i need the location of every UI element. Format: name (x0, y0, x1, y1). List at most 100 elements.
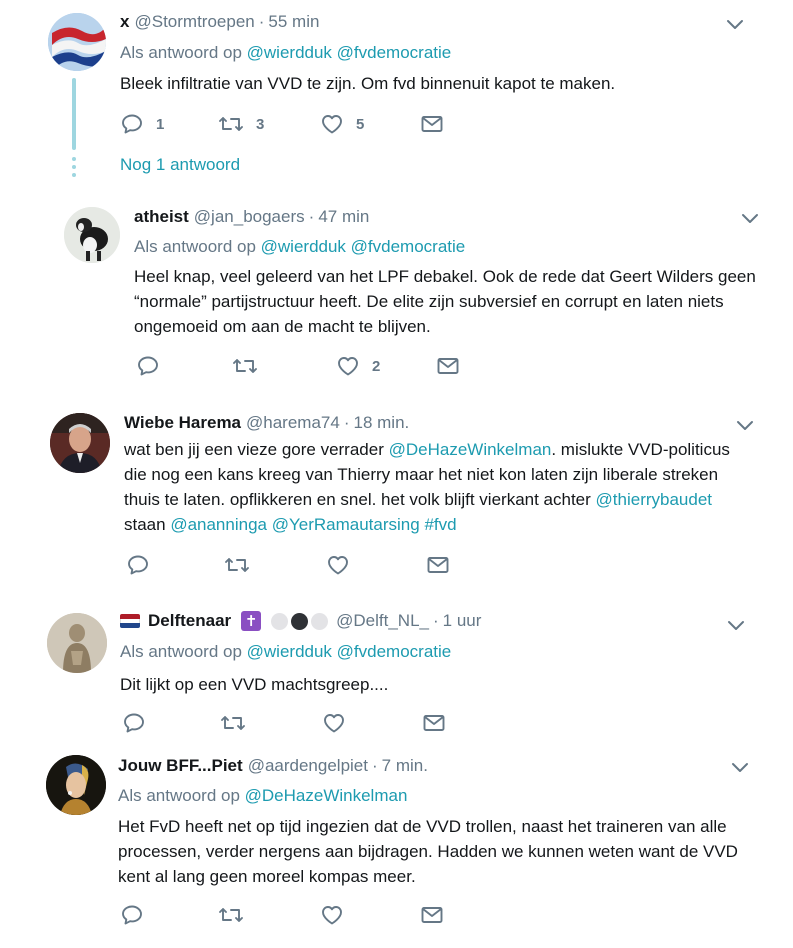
reply-button[interactable]: 1 (120, 112, 164, 136)
text-fragment: staan (124, 515, 171, 534)
tweet-header: Wiebe Harema @harema74 · 18 min. (124, 413, 409, 433)
tweet-text: Dit lijkt op een VVD machtsgreep.... (120, 675, 389, 694)
user-handle[interactable]: @Delft_NL_ (336, 611, 429, 631)
text-line: ongemoeid om aan de macht te blijven. (134, 317, 431, 336)
display-name[interactable]: Delftenaar (148, 611, 231, 631)
circle-icon (271, 612, 289, 630)
dm-button[interactable] (420, 112, 444, 136)
dm-button[interactable] (436, 354, 460, 378)
like-button[interactable] (322, 711, 346, 735)
tweet[interactable]: Jouw BFF...Piet @aardengelpiet · 7 min. … (0, 740, 793, 948)
timestamp[interactable]: 18 min. (354, 413, 410, 433)
tweet-actions (122, 711, 452, 735)
user-handle[interactable]: @aardengelpiet (248, 756, 368, 776)
reply-mention[interactable]: @wierdduk (247, 43, 332, 62)
text-line: die nog een kans kreeg van Thierry maar … (124, 465, 719, 484)
user-handle[interactable]: @Stormtroepen (134, 12, 254, 32)
retweet-icon (224, 553, 250, 577)
separator: · (343, 413, 350, 432)
envelope-icon (420, 112, 444, 136)
timestamp[interactable]: 7 min. (382, 756, 428, 776)
hashtag-link[interactable]: #fvd (424, 515, 456, 534)
chevron-down-icon[interactable] (725, 18, 745, 32)
reply-context: Als antwoord op @wierdduk @fvdemocratie (134, 237, 465, 257)
display-name[interactable]: Jouw BFF...Piet (118, 756, 243, 776)
tweet-text: Heel knap, veel geleerd van het LPF deba… (134, 264, 756, 339)
mention-link[interactable]: @DeHazeWinkelman (389, 440, 552, 459)
avatar[interactable] (46, 755, 106, 815)
tweet-actions: 1 3 5 (120, 112, 450, 136)
display-name[interactable]: x (120, 12, 129, 32)
dm-button[interactable] (426, 553, 450, 577)
user-handle[interactable]: @jan_bogaers (194, 207, 305, 227)
display-name[interactable]: Wiebe Harema (124, 413, 241, 433)
separator: · (371, 756, 378, 775)
heart-icon (320, 903, 344, 927)
mention-link[interactable]: @ananninga (170, 515, 267, 534)
timestamp[interactable]: 55 min (268, 12, 319, 32)
reply-mention[interactable]: @DeHazeWinkelman (245, 786, 408, 805)
heart-icon (322, 711, 346, 735)
text-fragment: wat ben jij een vieze gore verrader (124, 440, 389, 459)
display-name[interactable]: atheist (134, 207, 189, 227)
tweet-text: wat ben jij een vieze gore verrader @DeH… (124, 437, 730, 537)
retweet-count: 3 (256, 115, 265, 133)
chevron-down-icon[interactable] (726, 619, 746, 633)
reply-button[interactable] (122, 711, 146, 735)
tweet[interactable]: Delftenaar ✝ @Delft_NL_ · 1 uur Als antw… (0, 595, 793, 740)
tweet-header: Jouw BFF...Piet @aardengelpiet · 7 min. (118, 756, 428, 776)
chevron-down-icon[interactable] (740, 212, 760, 226)
chevron-down-icon[interactable] (735, 419, 755, 433)
reply-mention[interactable]: @fvdemocratie (337, 642, 452, 661)
retweet-icon (220, 711, 246, 735)
text-line: thuis te laten. opflikkeren en snel. het… (124, 487, 730, 512)
retweet-button[interactable] (232, 354, 258, 378)
tweet[interactable]: atheist @jan_bogaers · 47 min Als antwoo… (0, 195, 793, 395)
thread-dot (72, 165, 76, 169)
avatar[interactable] (64, 207, 120, 263)
dm-button[interactable] (420, 903, 444, 927)
reply-button[interactable] (120, 903, 144, 927)
avatar[interactable] (50, 413, 110, 473)
show-more-replies-link[interactable]: Nog 1 antwoord (120, 155, 240, 175)
reply-mention[interactable]: @fvdemocratie (337, 43, 452, 62)
tweet-header: atheist @jan_bogaers · 47 min (134, 207, 369, 227)
tweet-header: x @Stormtroepen · 55 min (120, 12, 319, 32)
timestamp[interactable]: 1 uur (443, 611, 482, 631)
avatar[interactable] (47, 613, 107, 673)
reply-icon (120, 903, 144, 927)
avatar[interactable] (48, 13, 106, 71)
timestamp[interactable]: 47 min (318, 207, 369, 227)
like-button[interactable]: 2 (336, 354, 380, 378)
retweet-button[interactable] (220, 711, 246, 735)
reply-icon (126, 553, 150, 577)
like-count: 2 (372, 357, 381, 375)
retweet-button[interactable] (218, 903, 244, 927)
tweet[interactable]: Wiebe Harema @harema74 · 18 min. wat ben… (0, 395, 793, 595)
retweet-button[interactable] (224, 553, 250, 577)
reply-mention[interactable]: @wierdduk (247, 642, 332, 661)
tweet[interactable]: x @Stormtroepen · 55 min Als antwoord op… (0, 0, 793, 195)
mention-link[interactable]: @thierrybaudet (596, 490, 713, 509)
like-button[interactable] (320, 903, 344, 927)
reply-mention[interactable]: @wierdduk (261, 237, 346, 256)
reply-button[interactable] (136, 354, 160, 378)
tweet-actions: 2 (136, 354, 466, 378)
mention-link[interactable]: @YerRamautarsing (272, 515, 420, 534)
like-button[interactable]: 5 (320, 112, 364, 136)
text-line: Het FvD heeft net op tijd ingezien dat d… (118, 817, 727, 836)
heart-icon (320, 112, 344, 136)
reply-prefix: Als antwoord op (134, 237, 256, 256)
circle-icon (291, 612, 309, 630)
reply-icon (136, 354, 160, 378)
pearl-earring-avatar-icon (46, 755, 106, 815)
dm-button[interactable] (422, 711, 446, 735)
tweet-text: Het FvD heeft net op tijd ingezien dat d… (118, 814, 738, 889)
chevron-down-icon[interactable] (730, 761, 750, 775)
reply-mention[interactable]: @fvdemocratie (351, 237, 466, 256)
reply-button[interactable] (126, 553, 150, 577)
reply-context: Als antwoord op @DeHazeWinkelman (118, 786, 407, 806)
user-handle[interactable]: @harema74 (246, 413, 340, 433)
like-button[interactable] (326, 553, 350, 577)
retweet-button[interactable]: 3 (218, 112, 264, 136)
